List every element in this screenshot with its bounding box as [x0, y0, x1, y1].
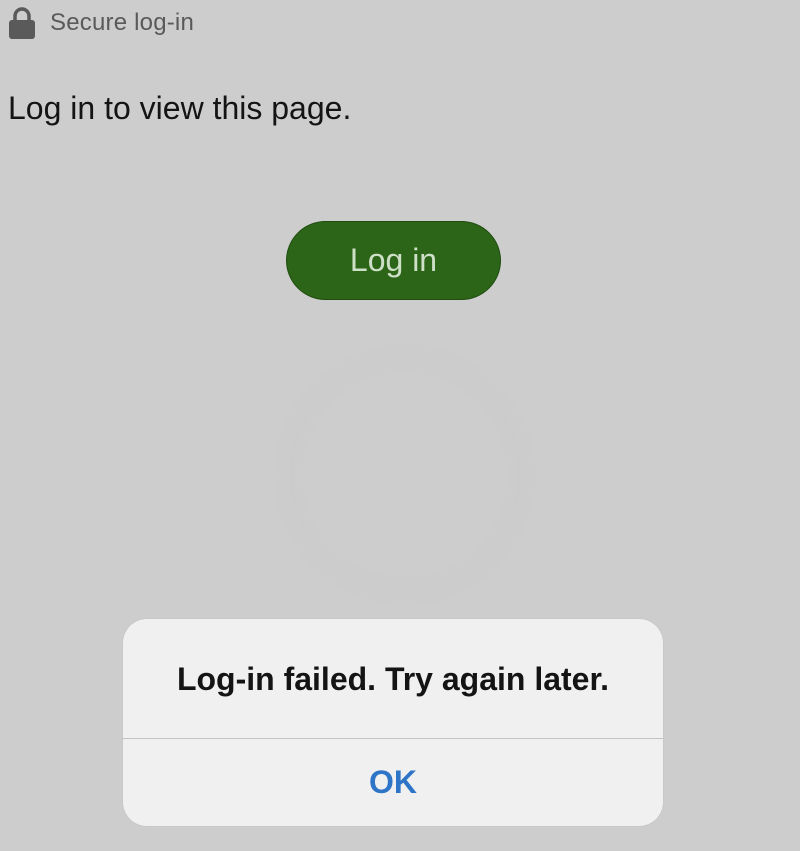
loading-spinner-shadow	[250, 320, 560, 630]
secure-login-header: Secure log-in	[8, 6, 194, 40]
alert-message: Log-in failed. Try again later.	[176, 661, 610, 697]
alert-dialog: Log-in failed. Try again later. OK	[123, 619, 663, 826]
login-button[interactable]: Log in	[286, 221, 501, 300]
header-label: Secure log-in	[50, 9, 195, 36]
ok-button[interactable]: OK	[123, 739, 663, 826]
lock-icon	[9, 7, 35, 39]
page-message: Log in to view this page.	[8, 90, 352, 126]
